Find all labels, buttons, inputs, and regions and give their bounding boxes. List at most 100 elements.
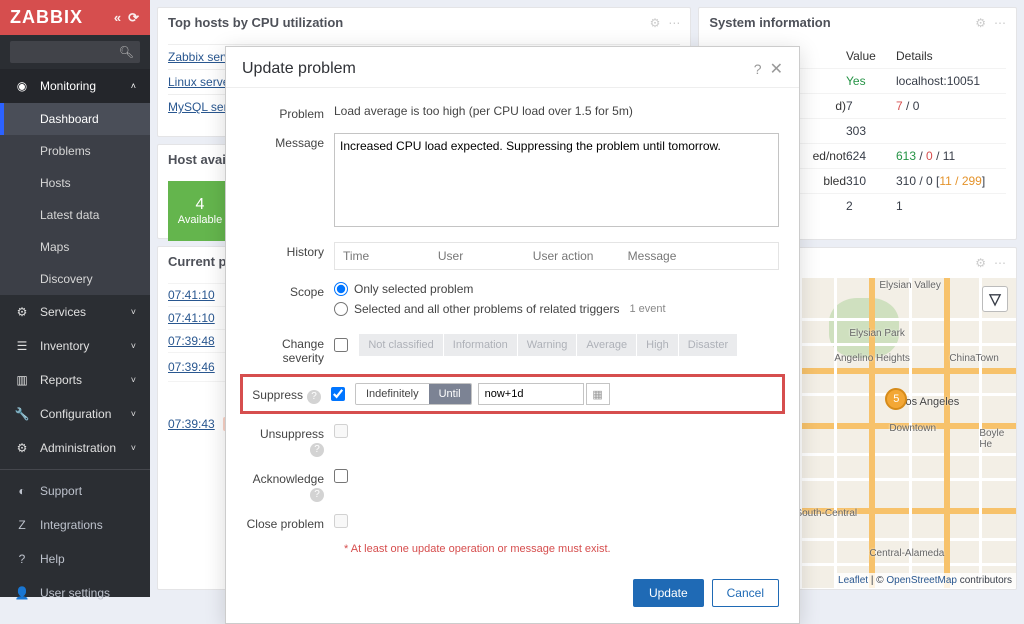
scope-all-radio[interactable] bbox=[334, 302, 348, 316]
problem-time[interactable]: 07:39:43 bbox=[168, 417, 215, 431]
cancel-button[interactable]: Cancel bbox=[712, 579, 779, 607]
help-icon[interactable]: ? bbox=[307, 390, 321, 404]
sysinfo-detail-part: 613 bbox=[896, 149, 916, 163]
wrench-icon: 🔧 bbox=[14, 407, 30, 421]
unsuppress-checkbox[interactable] bbox=[334, 424, 348, 438]
close-icon[interactable]: ✕ bbox=[770, 59, 783, 79]
message-textarea[interactable] bbox=[334, 133, 779, 227]
scope-only-radio[interactable] bbox=[334, 282, 348, 296]
severity-warning[interactable]: Warning bbox=[518, 334, 577, 356]
search-icon[interactable]: 🔍︎ bbox=[119, 45, 134, 59]
sysinfo-value: 310 bbox=[846, 174, 896, 188]
chevron-down-icon: ˅ bbox=[131, 375, 136, 385]
nav-integrations[interactable]: ZIntegrations bbox=[0, 508, 150, 542]
chevron-down-icon: ˅ bbox=[131, 307, 136, 317]
scope-all-label: Selected and all other problems of relat… bbox=[354, 302, 619, 316]
nav-services[interactable]: ⚙Services˅ bbox=[0, 295, 150, 329]
nav-configuration[interactable]: 🔧Configuration˅ bbox=[0, 397, 150, 431]
update-problem-modal: Update problem ? ✕ Problem Load average … bbox=[225, 46, 800, 624]
leaflet-link[interactable]: Leaflet bbox=[838, 575, 868, 586]
expand-icon[interactable]: ⟳ bbox=[128, 10, 140, 26]
problem-label: Problem bbox=[246, 104, 334, 121]
nav-support[interactable]: ◐Support bbox=[0, 474, 150, 508]
nav-latest-data[interactable]: Latest data bbox=[0, 199, 150, 231]
nav-integrations-label: Integrations bbox=[40, 518, 103, 532]
nav-monitoring[interactable]: ◉ Monitoring ˄ bbox=[0, 69, 150, 103]
problem-time[interactable]: 07:41:10 bbox=[168, 311, 223, 325]
acknowledge-checkbox[interactable] bbox=[334, 469, 348, 483]
problem-time[interactable]: 07:41:10 bbox=[168, 288, 223, 302]
nav-hosts[interactable]: Hosts bbox=[0, 167, 150, 199]
help-icon[interactable]: ? bbox=[310, 443, 324, 457]
collapse-icon[interactable]: « bbox=[114, 10, 122, 26]
sysinfo-detail-part: ] bbox=[982, 174, 985, 188]
nav-problems[interactable]: Problems bbox=[0, 135, 150, 167]
help-icon: ? bbox=[14, 552, 30, 566]
nav-user-settings[interactable]: 👤User settings bbox=[0, 576, 150, 610]
nav-reports[interactable]: ▥Reports˅ bbox=[0, 363, 150, 397]
nav-administration[interactable]: ⚙Administration˅ bbox=[0, 431, 150, 465]
severity-disaster[interactable]: Disaster bbox=[679, 334, 737, 356]
severity-not-classified[interactable]: Not classified bbox=[359, 334, 442, 356]
nav-maps[interactable]: Maps bbox=[0, 231, 150, 263]
suppress-date-input[interactable] bbox=[478, 383, 584, 405]
logo[interactable]: ZABBIX « ⟳ bbox=[0, 0, 150, 35]
suppress-row: Suppress? Indefinitely Until ▦ bbox=[240, 374, 785, 414]
modal-title: Update problem bbox=[242, 60, 356, 78]
scope-only-label: Only selected problem bbox=[354, 282, 473, 296]
scope-all-sub: 1 event bbox=[629, 303, 665, 315]
sysinfo-value: Yes bbox=[846, 74, 896, 88]
available-count: 4 bbox=[196, 196, 205, 214]
map-label: Angelino Heights bbox=[834, 353, 910, 364]
problem-time[interactable]: 07:39:46 bbox=[168, 360, 223, 374]
osm-link[interactable]: OpenStreetMap bbox=[886, 575, 957, 586]
unsuppress-label: Unsuppress bbox=[260, 427, 324, 441]
nav-reports-label: Reports bbox=[40, 373, 82, 387]
list-icon: ☰ bbox=[14, 339, 30, 353]
map-label: Los Angeles bbox=[899, 396, 959, 408]
nav-help-label: Help bbox=[40, 552, 65, 566]
nav-dashboard[interactable]: Dashboard bbox=[0, 103, 150, 135]
nav-help[interactable]: ? Help bbox=[0, 542, 150, 576]
sidebar: ZABBIX « ⟳ 🔍︎ ◉ Monitoring ˄ Dashboard P… bbox=[0, 0, 150, 597]
suppress-checkbox[interactable] bbox=[331, 387, 345, 401]
change-severity-checkbox[interactable] bbox=[334, 338, 348, 352]
more-icon[interactable]: ⋯ bbox=[994, 256, 1006, 270]
problem-time[interactable]: 07:39:48 bbox=[168, 334, 223, 348]
filter-button[interactable]: ▽ bbox=[982, 286, 1008, 312]
gear-icon[interactable]: ⚙ bbox=[650, 16, 661, 30]
suppress-until-toggle[interactable]: Until bbox=[429, 384, 471, 404]
sysinfo-value: 624 bbox=[846, 149, 896, 163]
history-col-message: Message bbox=[628, 249, 770, 263]
map-label: Elysian Valley bbox=[879, 280, 941, 291]
gear-icon[interactable]: ⚙ bbox=[975, 16, 986, 30]
map-label: Elysian Park bbox=[849, 328, 905, 339]
close-problem-checkbox[interactable] bbox=[334, 514, 348, 528]
cog-icon: ⚙ bbox=[14, 441, 30, 455]
map-label: ChinaTown bbox=[949, 353, 998, 364]
update-button[interactable]: Update bbox=[633, 579, 704, 607]
severity-information[interactable]: Information bbox=[444, 334, 517, 356]
more-icon[interactable]: ⋯ bbox=[668, 16, 680, 30]
help-icon[interactable]: ? bbox=[754, 61, 762, 77]
help-icon[interactable]: ? bbox=[310, 488, 324, 502]
sysinfo-details: localhost:10051 bbox=[896, 74, 1006, 88]
sysinfo-detail-part: / bbox=[916, 149, 926, 163]
gear-icon[interactable]: ⚙ bbox=[975, 256, 986, 270]
chevron-up-icon: ˄ bbox=[131, 81, 136, 91]
nav-discovery[interactable]: Discovery bbox=[0, 263, 150, 295]
severity-high[interactable]: High bbox=[637, 334, 678, 356]
map-label: Central-Alameda bbox=[869, 548, 944, 559]
nav-administration-label: Administration bbox=[40, 441, 116, 455]
sysinfo-title: System information bbox=[709, 15, 830, 30]
more-icon[interactable]: ⋯ bbox=[994, 16, 1006, 30]
nav-inventory[interactable]: ☰Inventory˅ bbox=[0, 329, 150, 363]
nav-inventory-label: Inventory bbox=[40, 339, 89, 353]
suppress-indefinitely-toggle[interactable]: Indefinitely bbox=[356, 384, 429, 404]
severity-average[interactable]: Average bbox=[577, 334, 636, 356]
available-label: Available bbox=[178, 214, 222, 226]
sysinfo-value: 2 bbox=[846, 199, 896, 213]
map-attribution: Leaflet | © OpenStreetMap contributors bbox=[834, 573, 1016, 588]
calendar-icon[interactable]: ▦ bbox=[586, 383, 610, 405]
nav-monitoring-label: Monitoring bbox=[40, 79, 96, 93]
